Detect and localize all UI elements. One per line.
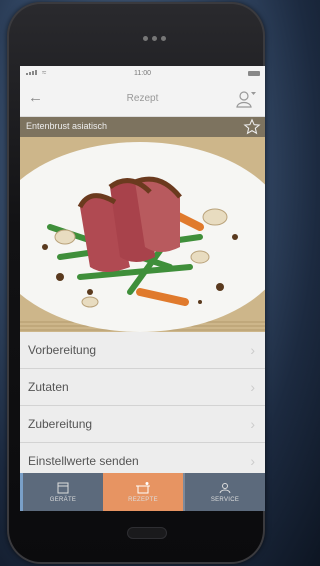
tab-service[interactable]: SERVICE	[183, 473, 265, 511]
menu-item-label: Zutaten	[28, 380, 69, 394]
menu-item-label: Einstellwerte senden	[28, 454, 139, 468]
pot-icon	[136, 481, 150, 493]
chevron-right-icon: ›	[250, 342, 255, 358]
hero-title-bar: Entenbrust asiatisch	[20, 117, 265, 137]
camera-dots	[143, 36, 166, 41]
tab-label: SERVICE	[210, 496, 240, 503]
page-title: Rezept	[126, 93, 159, 104]
appliance-icon	[57, 482, 69, 493]
phone-screen: ≈ 11:00 ← Rezept Entenbrust asiatisch Vo…	[20, 66, 265, 511]
service-user-icon	[219, 482, 231, 493]
recipe-title: Entenbrust asiatisch	[26, 121, 108, 131]
user-account-icon[interactable]	[235, 88, 257, 110]
status-bar: ≈ 11:00	[20, 66, 265, 82]
chevron-right-icon: ›	[250, 379, 255, 395]
tab-geraete[interactable]: GERÄTE	[20, 473, 103, 511]
chevron-right-icon: ›	[250, 416, 255, 432]
battery-icon	[248, 71, 260, 76]
home-button[interactable]	[127, 527, 167, 539]
menu-item-label: Zubereitung	[28, 417, 93, 431]
menu-item-label: Vorbereitung	[28, 343, 97, 357]
menu-item-zubereitung[interactable]: Zubereitung ›	[20, 406, 265, 443]
recipe-menu: Vorbereitung › Zutaten › Zubereitung › E…	[20, 332, 265, 480]
app-bar: ← Rezept	[20, 82, 265, 117]
bottom-tab-bar: GERÄTE REZEPTE SERVICE	[20, 473, 265, 511]
tab-label: GERÄTE	[49, 496, 77, 503]
menu-item-zutaten[interactable]: Zutaten ›	[20, 369, 265, 406]
tab-label: REZEPTE	[128, 496, 158, 503]
favorite-star-icon[interactable]	[243, 118, 261, 136]
tab-rezepte[interactable]: REZEPTE	[103, 473, 183, 511]
recipe-hero-image: Entenbrust asiatisch	[20, 117, 265, 332]
status-time: 11:00	[134, 70, 151, 77]
menu-item-vorbereitung[interactable]: Vorbereitung ›	[20, 332, 265, 369]
